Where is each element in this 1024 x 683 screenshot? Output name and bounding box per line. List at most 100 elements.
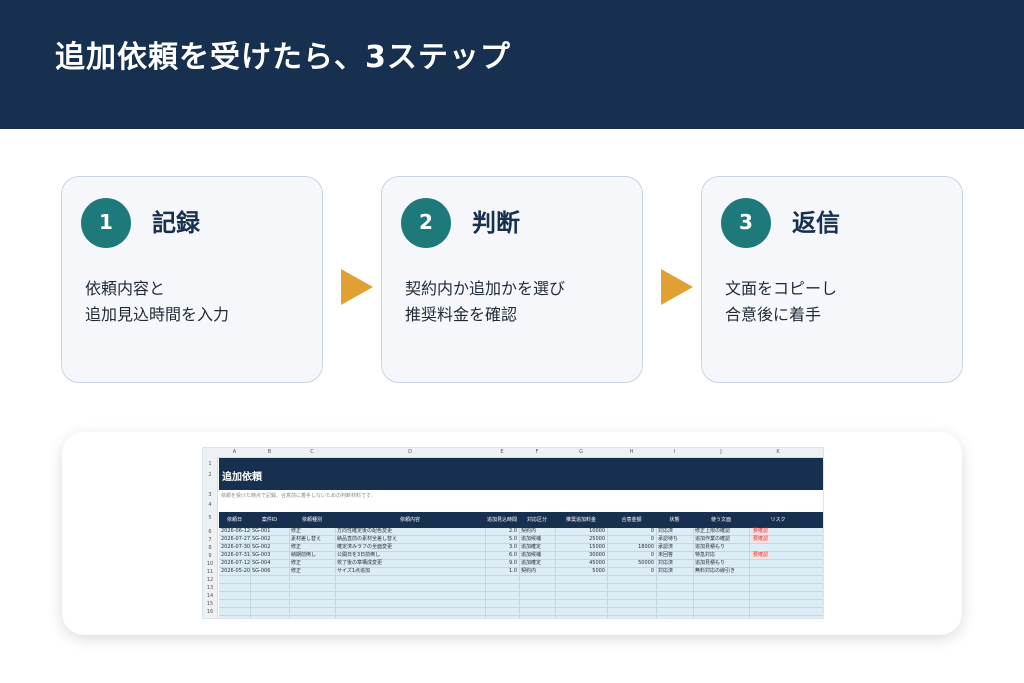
column-letter: D (408, 449, 412, 455)
grid-line (555, 528, 556, 618)
table-cell-hours: 6.0 (509, 552, 517, 558)
table-cell-fee: 25000 (589, 536, 605, 542)
row-header-bar: 1 2 3 4 5 6 7 8 9 10 11 12 13 14 15 16 (203, 457, 218, 618)
header-bar: 追加依頼を受けたら、3ステップ (0, 0, 1024, 129)
column-header: 追加見込時間 (486, 517, 517, 523)
arrow-right-icon (341, 269, 373, 305)
table-cell-hours: 9.0 (509, 560, 517, 566)
table-cell-status: 承認済 (658, 544, 674, 550)
grid-line (656, 528, 657, 618)
row-number: 9 (208, 553, 212, 559)
table-row: 2026-07-12 SG-004 修正 校了後の章構成変更 9.0 追加確定 45000 5… (219, 560, 823, 568)
step-description: 文面をコピーし 合意後に着手 (725, 276, 945, 328)
table-cell-cat: 追加候補 (521, 536, 542, 542)
table-row (219, 608, 823, 616)
table-cell-content: 校了後の章構成変更 (337, 560, 383, 566)
column-header: 状態 (669, 517, 680, 523)
table-cell-date: 2026-05-20 (221, 568, 251, 574)
table-cell-id: SG-002 (252, 536, 271, 542)
table-cell-fee: 45000 (589, 560, 605, 566)
grid-line (519, 528, 520, 618)
table-cell-hours: 3.0 (509, 544, 517, 550)
table-cell-fee: 30000 (589, 552, 605, 558)
column-letter: B (267, 449, 272, 455)
row-number: 10 (206, 561, 214, 567)
column-header: リスク (770, 517, 786, 523)
table-cell-kind: 修正 (291, 544, 302, 550)
table-row (219, 592, 823, 600)
table-cell-date: 2026-06-12 (221, 528, 251, 534)
table-cell-id: SG-001 (252, 528, 271, 534)
row-number: 16 (206, 609, 214, 615)
table-cell-hours: 2.0 (509, 528, 517, 534)
column-header-bar: A B C D E F G H I J K (203, 448, 823, 458)
table-cell-content: 確定済みラフの全面変更 (337, 544, 393, 550)
grid-line (250, 528, 251, 618)
column-header: 依頼種別 (301, 517, 322, 523)
table-cell-date: 2026-07-30 (221, 544, 251, 550)
table-cell-id: SG-003 (252, 552, 271, 558)
table-cell-content: サイズ1点追加 (337, 568, 371, 574)
column-letter: E (500, 449, 504, 455)
table-cell-hours: 5.0 (509, 536, 517, 542)
step-number-badge: 2 (401, 198, 451, 248)
table-row (219, 576, 823, 584)
grid-line (749, 528, 750, 618)
sheet-banner: 追加依頼 (219, 458, 823, 490)
sheet-note: 依頼を受けた時点で記録、合意前に着手しないための判断材料です。 (221, 493, 376, 499)
table-cell-risk: 要確認 (751, 528, 771, 535)
table-cell-agreed: 50000 (638, 560, 654, 566)
table-cell-agreed: 18000 (638, 544, 654, 550)
table-cell-agreed: 0 (650, 568, 654, 574)
table-cell-cat: 追加候補 (521, 552, 542, 558)
column-letter: K (776, 449, 780, 455)
table-cell-fee: 5000 (592, 568, 605, 574)
column-letter: J (720, 449, 722, 455)
step-description-line: 追加見込時間を入力 (85, 305, 230, 324)
table-cell-kind: 素材差し替え (291, 536, 322, 542)
column-letter: H (629, 449, 634, 455)
column-letter: A (232, 449, 237, 455)
table-cell-content: 公開日を3日前倒し (337, 552, 381, 558)
table-cell-hours: 1.0 (509, 568, 517, 574)
arrow-right-icon (661, 269, 693, 305)
table-cell-content: 方向性確定後の配色変更 (337, 528, 393, 534)
table-cell-text: 追加作業の確認 (695, 536, 731, 542)
table-cell-risk: 要確認 (751, 536, 771, 543)
column-letter: F (535, 449, 539, 455)
step-card-3: 3 返信 文面をコピーし 合意後に着手 (701, 176, 963, 383)
table-cell-cat: 契約内 (521, 568, 537, 574)
row-number: 7 (208, 537, 212, 543)
grid-line (289, 528, 290, 618)
row-number: 2 (208, 472, 212, 478)
table-cell-id: SG-004 (252, 560, 271, 566)
row-number: 13 (206, 585, 214, 591)
table-cell-text: 追加見積もり (695, 560, 726, 566)
column-letter: I (673, 449, 676, 455)
row-number: 14 (206, 593, 214, 599)
step-title: 返信 (792, 209, 840, 237)
grid-line (335, 528, 336, 618)
table-row: 2026-07-31 SG-003 納期前倒し 公開日を3日前倒し 6.0 追加候補 300… (219, 552, 823, 560)
table-cell-cat: 追加確定 (521, 544, 542, 550)
table-header: 依頼日 案件ID 依頼種別 依頼内容 追加見込時間 対応区分 推奨追加料金 合意金額 状態 使う文… (219, 512, 823, 528)
column-letter: G (579, 449, 583, 455)
table-cell-cat: 契約内 (521, 528, 537, 534)
table-cell-kind: 修正 (291, 528, 302, 534)
table-cell-kind: 修正 (291, 568, 302, 574)
table-cell-text: 無料対応の線引き (695, 568, 736, 574)
sheet-title: 追加依頼 (222, 472, 262, 483)
row-number: 4 (208, 502, 212, 508)
step-description: 依頼内容と 追加見込時間を入力 (85, 276, 305, 328)
table-cell-status: 対応済 (658, 560, 674, 566)
row-number: 15 (206, 601, 214, 607)
step-number-badge: 1 (81, 198, 131, 248)
row-number: 8 (208, 545, 212, 551)
table-cell-fee: 15000 (589, 544, 605, 550)
step-card-2: 2 判断 契約内か追加かを選び 推奨料金を確認 (381, 176, 643, 383)
table-cell-cat: 追加確定 (521, 560, 542, 566)
table-cell-kind: 修正 (291, 560, 302, 566)
step-description-line: 契約内か追加かを選び (405, 279, 566, 298)
table-cell-text: 特急対応 (695, 552, 716, 558)
table-cell-id: SG-002 (252, 544, 271, 550)
